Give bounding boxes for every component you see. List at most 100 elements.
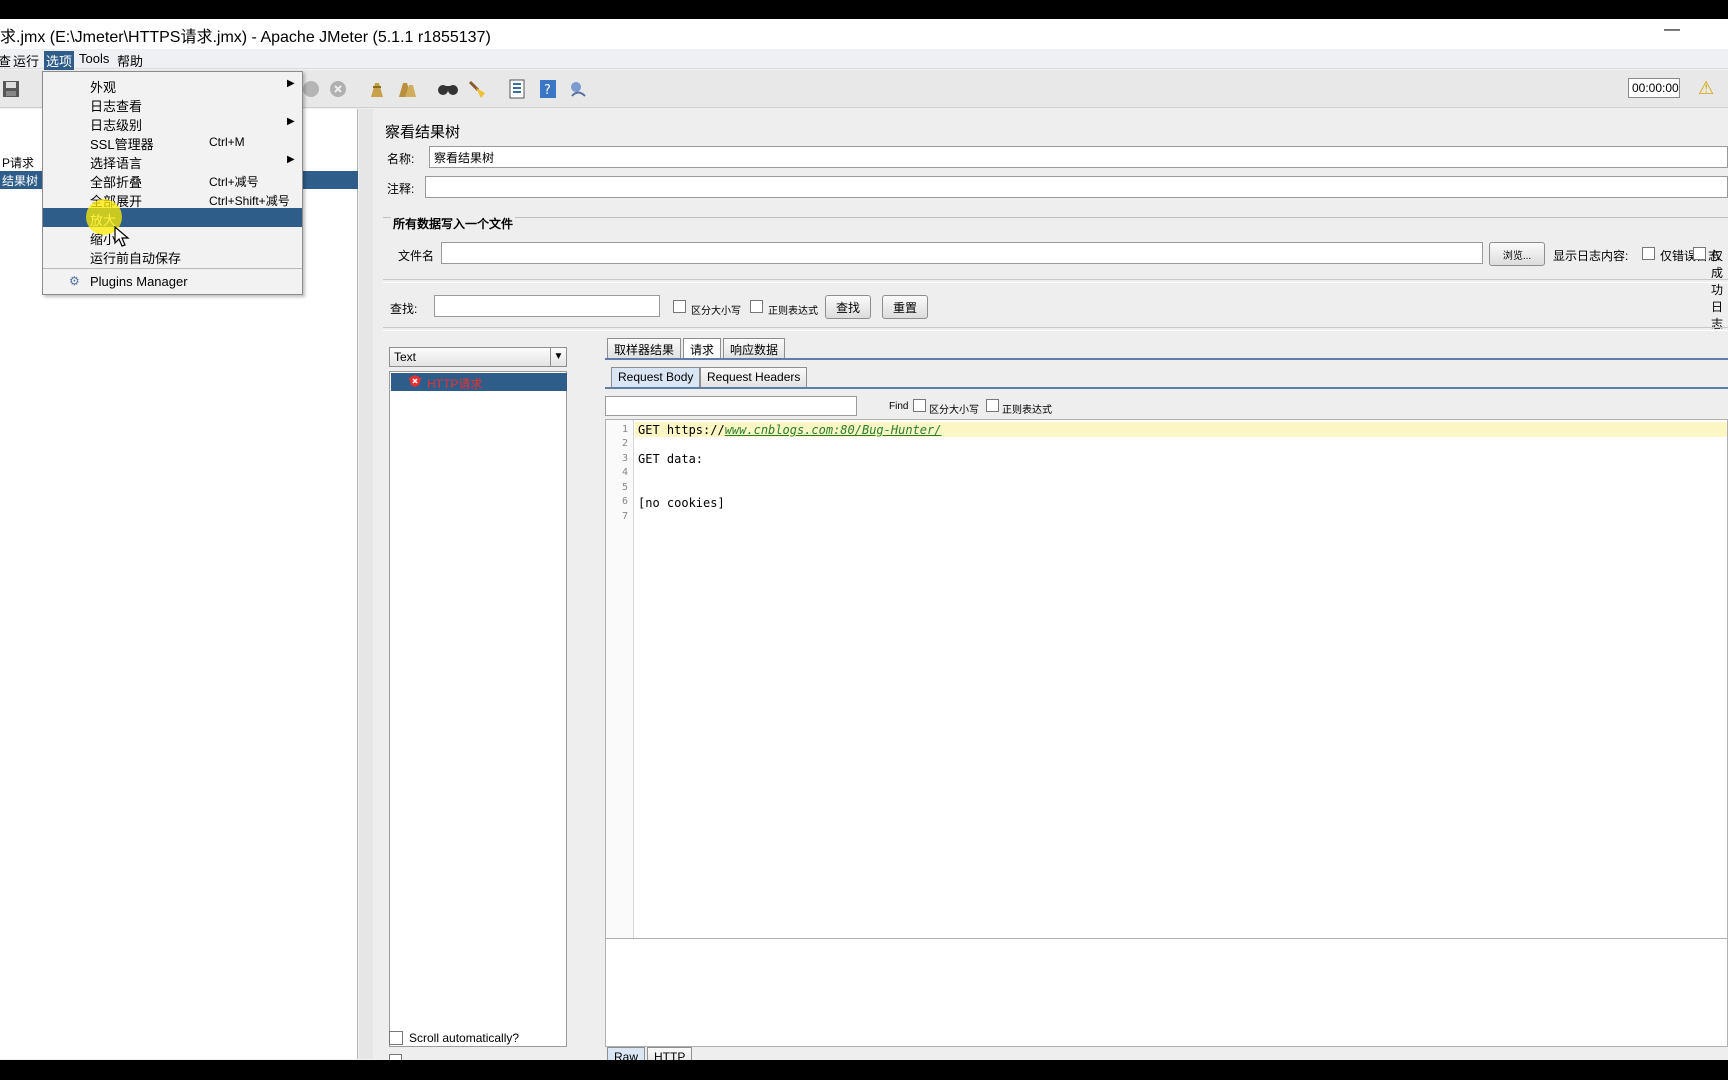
sample-result-list: HTTP请求 — [389, 371, 567, 1047]
body-find-label: Find — [889, 401, 909, 412]
comment-label: 注释: — [387, 182, 415, 196]
tab-raw[interactable]: Raw — [607, 1047, 646, 1060]
renderer-select-value: Text — [394, 350, 417, 364]
scroll-automatically-checkbox[interactable] — [389, 1031, 403, 1045]
tab-request-body[interactable]: Request Body — [611, 367, 701, 387]
result-tree-panel: 察看结果树 名称: 察看结果树 注释: 所有数据写入一个文件 文件名 浏览...… — [373, 109, 1728, 1060]
tab-underline — [605, 358, 1728, 360]
find-button[interactable]: 查找 — [825, 295, 871, 319]
search-input[interactable] — [434, 295, 660, 317]
broom-icon[interactable] — [466, 78, 488, 100]
menu-item-collapse-all[interactable]: 全部折叠 Ctrl+减号 — [43, 170, 302, 190]
menu-item-label: 运行前自动保存 — [90, 251, 182, 266]
menu-item-shortcut: Ctrl+M — [209, 135, 245, 149]
regex-checkbox[interactable] — [750, 300, 763, 313]
shutdown-icon[interactable] — [327, 78, 349, 100]
tab-request-headers[interactable]: Request Headers — [700, 367, 808, 387]
body-find-input[interactable] — [605, 396, 857, 416]
scroll-auto-checkbox[interactable] — [389, 1054, 402, 1060]
success-only-checkbox[interactable] — [1693, 247, 1706, 260]
regex-label: 正则表达式 — [768, 306, 818, 317]
body-case-label: 区分大小写 — [929, 405, 979, 416]
options-menu: 外观 ▶ 日志查看 日志级别 ▶ SSL管理器 Ctrl+M 选择语言 ▶ 全部… — [42, 71, 303, 295]
split-divider-top[interactable] — [383, 279, 1728, 283]
menu-item-label: Plugins Manager — [90, 274, 188, 289]
window-title: 求.jmx (E:\Jmeter\HTTPS请求.jmx) - Apache J… — [0, 29, 491, 46]
tree-splitter[interactable] — [359, 109, 373, 1059]
elapsed-timer: 00:00:00 — [1628, 78, 1680, 98]
submenu-arrow-icon: ▶ — [287, 116, 295, 127]
line-number: 7 — [621, 511, 628, 522]
stop-icon[interactable] — [300, 78, 322, 100]
search-icon[interactable] — [437, 78, 459, 100]
warning-icon[interactable]: ⚠ — [1698, 78, 1714, 99]
save-icon[interactable] — [0, 78, 22, 100]
line-number: 4 — [621, 467, 628, 478]
minimize-button[interactable]: — — [1664, 21, 1680, 39]
menu-item-shortcut: Ctrl+减号 — [209, 175, 259, 189]
mouse-pointer-icon — [114, 225, 130, 251]
case-sensitive-checkbox[interactable] — [673, 300, 686, 313]
chevron-down-icon: ▼ — [550, 348, 566, 366]
clear-icon[interactable] — [366, 78, 388, 100]
submenu-arrow-icon: ▶ — [287, 78, 295, 89]
body-regex-label: 正则表达式 — [1002, 405, 1052, 416]
browse-button[interactable]: 浏览... — [1489, 242, 1545, 266]
menu-item-shortcut: Ctrl+Shift+减号 — [209, 194, 290, 208]
clear-all-icon[interactable] — [396, 78, 418, 100]
request-body-editor[interactable]: 1 2 3 4 5 6 7 GET https://www.cnblogs.co… — [605, 419, 1728, 939]
menu-help[interactable]: 帮助 — [115, 51, 145, 70]
renderer-select[interactable]: Text ▼ — [389, 347, 567, 367]
menu-tools[interactable]: Tools — [77, 51, 111, 66]
editor-lower-area — [605, 939, 1728, 1047]
help-icon[interactable]: ? — [537, 78, 559, 100]
errors-only-checkbox[interactable] — [1642, 247, 1655, 260]
body-case-checkbox[interactable] — [913, 399, 926, 412]
menu-item-zoom-out[interactable]: 缩小 — [43, 227, 302, 247]
menu-item-auto-save[interactable]: 运行前自动保存 — [43, 246, 302, 266]
code-line-1: GET https://www.cnblogs.com:80/Bug-Hunte… — [638, 423, 941, 437]
filename-label: 文件名 — [398, 249, 435, 263]
comment-field[interactable] — [425, 176, 1728, 198]
menu-separator — [43, 268, 302, 269]
menu-run[interactable]: 运行 — [11, 51, 41, 70]
line-number: 6 — [621, 496, 628, 507]
name-field[interactable]: 察看结果树 — [429, 146, 1728, 168]
tab-response-data[interactable]: 响应数据 — [723, 338, 786, 358]
split-divider-bottom[interactable] — [383, 327, 1728, 331]
menu-item-plugins-manager[interactable]: ⚙ Plugins Manager — [43, 272, 302, 291]
tab-http[interactable]: HTTP — [647, 1047, 693, 1060]
name-label: 名称: — [387, 152, 415, 166]
error-shield-icon — [409, 375, 421, 390]
filename-field[interactable] — [441, 242, 1483, 264]
title-bar: 求.jmx (E:\Jmeter\HTTPS请求.jmx) - Apache J… — [0, 19, 1728, 49]
tree-node-http-request[interactable]: P请求 — [0, 153, 36, 171]
write-to-file-title: 所有数据写入一个文件 — [391, 215, 516, 232]
log-content-label: 显示日志内容: — [1553, 249, 1629, 263]
menu-options[interactable]: 选项 — [44, 51, 75, 70]
jmeter-window: 求.jmx (E:\Jmeter\HTTPS请求.jmx) - Apache J… — [0, 19, 1728, 1060]
subtab-underline — [605, 387, 1728, 389]
line-number: 5 — [621, 482, 628, 493]
plugins-icon: ⚙ — [69, 274, 80, 288]
list-item-label: HTTP请求 — [427, 377, 483, 391]
tab-sampler-result[interactable]: 取样器结果 — [607, 338, 682, 358]
code-line-3: GET data: — [638, 452, 704, 466]
remote-icon[interactable] — [567, 78, 589, 100]
line-gutter: 1 2 3 4 5 6 7 — [606, 420, 634, 938]
menu-item-log-viewer[interactable]: 日志查看 — [43, 94, 302, 114]
menu-item-choose-language[interactable]: 选择语言 ▶ — [43, 151, 302, 171]
code-line-6: [no cookies] — [638, 496, 725, 510]
function-helper-icon[interactable] — [506, 78, 528, 100]
reset-button[interactable]: 重置 — [882, 295, 928, 319]
request-url-link[interactable]: www.cnblogs.com:80/Bug-Hunter/ — [725, 423, 942, 437]
success-only-label: 仅成功日志 — [1711, 249, 1724, 331]
menu-item-expand-all[interactable]: 全部展开 Ctrl+Shift+减号 — [43, 189, 302, 209]
menu-item-appearance[interactable]: 外观 ▶ — [43, 75, 302, 95]
menu-item-zoom-in[interactable]: 放大 — [43, 208, 302, 228]
body-regex-checkbox[interactable] — [986, 399, 999, 412]
menu-item-log-level[interactable]: 日志级别 ▶ — [43, 113, 302, 133]
list-item[interactable]: HTTP请求 — [391, 373, 567, 391]
tab-request[interactable]: 请求 — [683, 338, 722, 358]
menu-item-ssl-manager[interactable]: SSL管理器 Ctrl+M — [43, 132, 302, 152]
